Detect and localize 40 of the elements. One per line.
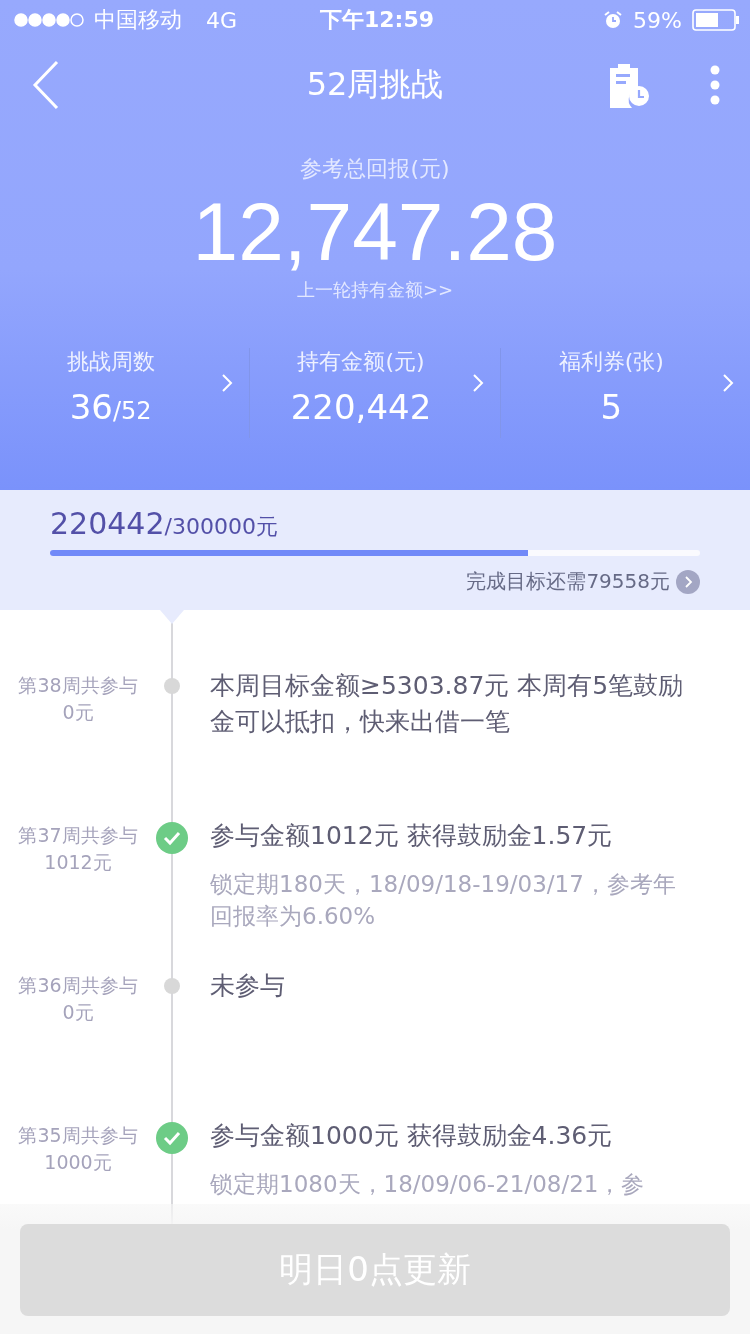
week-amount: 1012元 <box>44 850 112 875</box>
more-icon[interactable] <box>710 65 720 105</box>
return-label: 参考总回报(元) <box>300 155 450 183</box>
alarm-icon <box>603 10 624 30</box>
stat-label: 福利券(张) <box>558 348 664 376</box>
week-amount: 0元 <box>62 700 94 725</box>
week-label: 第38周共参与 <box>18 673 138 698</box>
chevron-icon[interactable] <box>722 373 734 393</box>
stat-value: 220,442 <box>290 387 432 427</box>
chevron-circle-icon[interactable] <box>676 569 700 594</box>
stat-label: 挑战周数 <box>66 348 155 376</box>
week-label: 第37周共参与 <box>18 823 138 848</box>
entry-title: 未参与 <box>210 970 286 1002</box>
battery-percent: 59% <box>633 7 682 33</box>
week-amount: 0元 <box>62 1000 94 1025</box>
entry-title: 本周目标金额≥5303.87元 本周有5笔鼓励金可以抵扣，快来出借一笔 <box>210 670 684 738</box>
chevron-icon[interactable] <box>221 373 234 393</box>
signal-icon <box>14 13 84 27</box>
previous-round-link[interactable]: 上一轮持有金额>> <box>296 278 454 302</box>
network-type: 4G <box>206 7 238 33</box>
stat-label: 持有金额(元) <box>297 348 425 376</box>
week-amount: 1000元 <box>44 1150 112 1175</box>
goal-target: /300000元 <box>164 514 278 539</box>
back-icon[interactable] <box>32 60 60 110</box>
carrier-name: 中国移动 <box>94 6 182 34</box>
stat-value: 5 <box>600 387 623 427</box>
return-amount: 12,747.28 <box>192 186 558 278</box>
entry-detail: 锁定期1080天，18/09/06-21/08/21，参 <box>210 1170 646 1199</box>
week-label: 第35周共参与 <box>18 1123 138 1148</box>
remaining-text: 完成目标还需79558元 <box>466 568 670 595</box>
page-title: 52周挑战 <box>305 64 445 105</box>
week-label: 第36周共参与 <box>18 973 138 998</box>
entry-title: 参与金额1012元 获得鼓励金1.57元 <box>210 820 614 852</box>
stat-value: 36/52 <box>69 387 152 427</box>
entry-title: 参与金额1000元 获得鼓励金4.36元 <box>210 1120 614 1152</box>
status-time: 下午12:59 <box>320 6 434 34</box>
battery-icon <box>692 9 740 31</box>
chevron-icon[interactable] <box>471 373 484 393</box>
entry-detail: 锁定期180天，18/09/18-19/03/17，参考年回报率为6.60% <box>210 870 677 931</box>
goal-current: 220442 <box>50 506 165 541</box>
